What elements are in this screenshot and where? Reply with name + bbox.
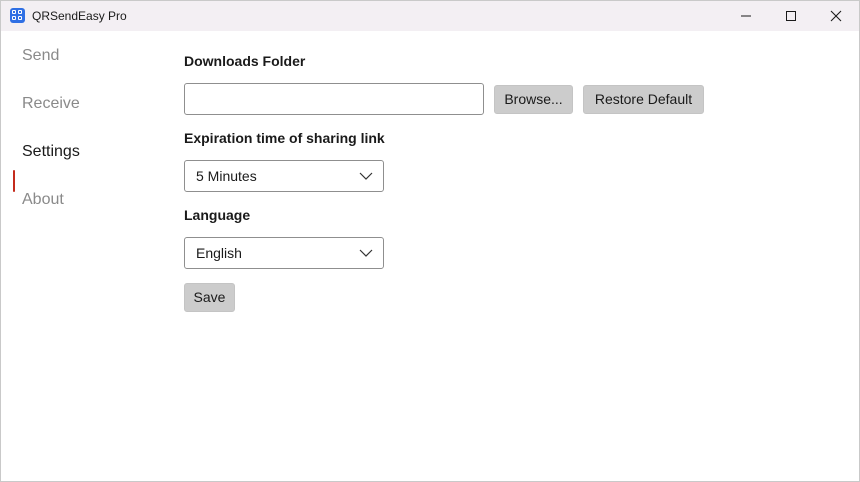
language-label: Language [184,207,251,223]
sidebar-item-send[interactable]: Send [22,47,59,65]
maximize-icon [786,11,796,21]
sidebar-nav: Send Receive Settings About [1,31,171,481]
chevron-down-icon [359,172,373,180]
title-bar[interactable]: QRSendEasy Pro [1,1,859,31]
window-title: QRSendEasy Pro [32,9,127,23]
restore-default-button[interactable]: Restore Default [583,85,704,114]
language-select[interactable]: English [184,237,384,269]
save-button[interactable]: Save [184,283,235,312]
chevron-down-icon [359,249,373,257]
downloads-folder-label: Downloads Folder [184,53,306,69]
expiration-selected-value: 5 Minutes [196,168,257,184]
app-window: QRSendEasy Pro Send Receive Settings Abo… [0,0,860,482]
sidebar-item-settings[interactable]: Settings [22,143,80,161]
maximize-button[interactable] [768,1,814,31]
sidebar-item-receive[interactable]: Receive [22,95,80,113]
app-icon [10,8,25,23]
expiration-label: Expiration time of sharing link [184,130,385,146]
close-button[interactable] [813,1,859,31]
minimize-icon [741,15,751,17]
language-selected-value: English [196,245,242,261]
minimize-button[interactable] [723,1,769,31]
downloads-folder-input[interactable] [184,83,484,115]
active-indicator [13,170,15,192]
sidebar-item-about[interactable]: About [22,191,64,209]
expiration-select[interactable]: 5 Minutes [184,160,384,192]
close-icon [830,10,842,22]
browse-button[interactable]: Browse... [494,85,573,114]
